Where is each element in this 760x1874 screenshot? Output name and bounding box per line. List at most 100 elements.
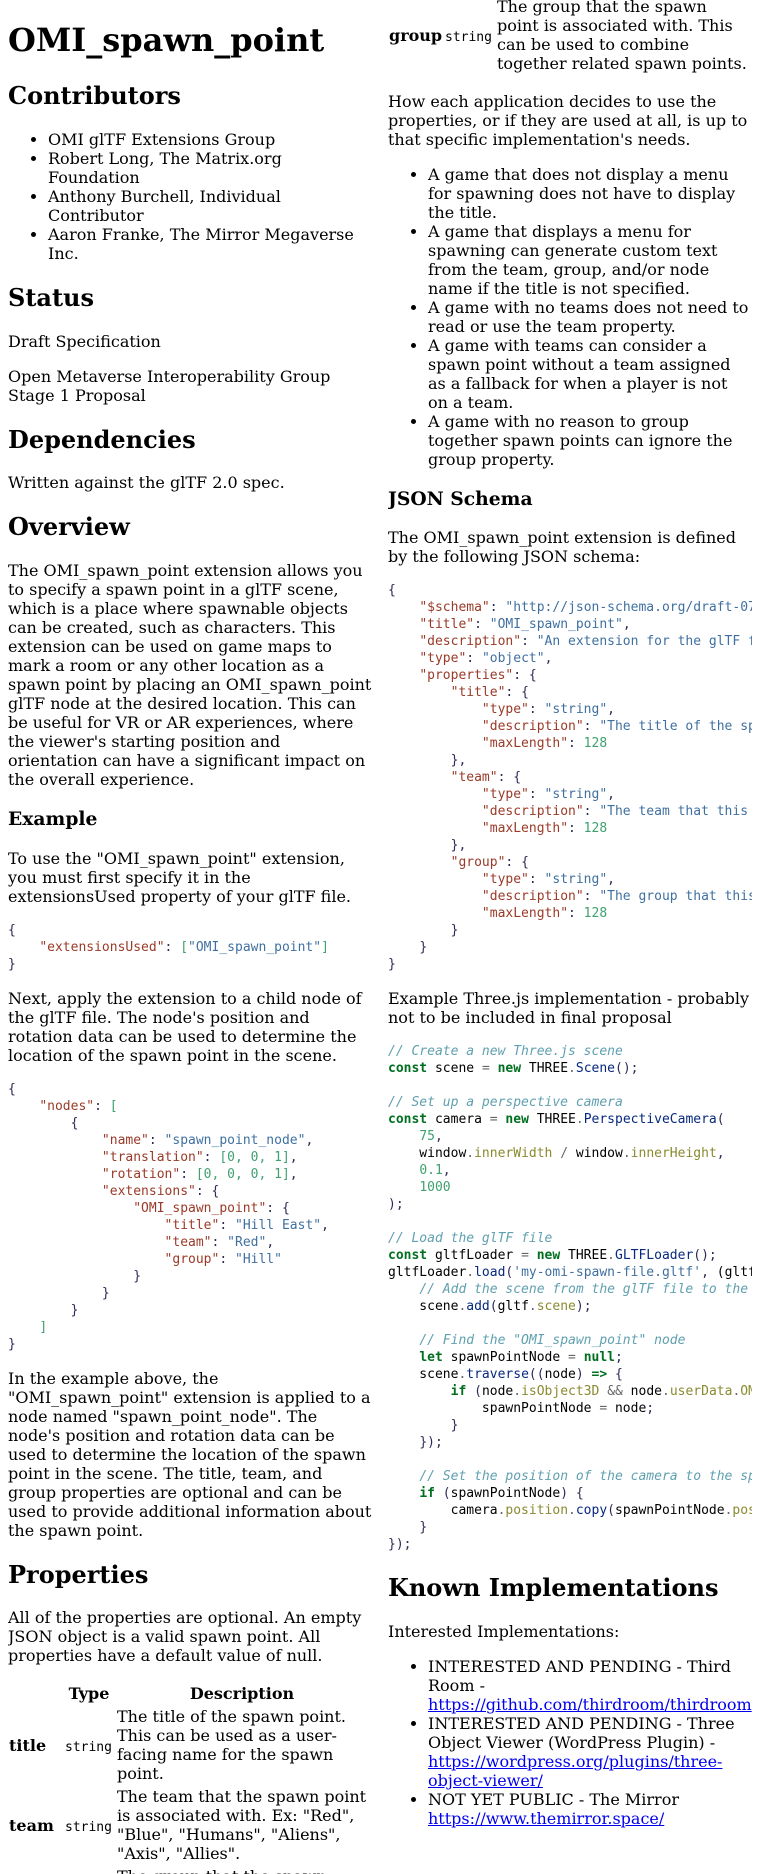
code-line: spawnPointNode = node; [388, 1400, 752, 1417]
code-line: "description": "The title of the sp [388, 718, 752, 735]
code-line: } [388, 1417, 752, 1434]
code-token: new [536, 1248, 561, 1264]
code-token: "maxLength" [481, 906, 569, 922]
code-block-json-schema[interactable]: { "$schema": "http://json-schema.org/dra… [388, 582, 752, 973]
example-next: Next, apply the extension to a child nod… [8, 988, 362, 1065]
implementations-intro: Interested Implementations: [388, 1622, 620, 1642]
code-block-threejs[interactable]: // Create a new Three.js scene const scen… [388, 1043, 752, 1553]
code-token: add [466, 1299, 490, 1315]
code-line: "title": { [388, 684, 752, 701]
code-line: } [8, 1285, 372, 1302]
code-token: }); [419, 1435, 443, 1451]
code-token: let [419, 1350, 443, 1366]
code-token: : [568, 821, 584, 837]
properties-heading: Properties [8, 1559, 149, 1589]
code-token: . [513, 1384, 522, 1400]
type-code: string [65, 1819, 112, 1835]
code-token: spawnPointNode [615, 1503, 725, 1519]
code-token: , [289, 1149, 298, 1165]
usage-list: A game that does not display a menu for … [388, 165, 752, 469]
code-token: = [599, 1401, 608, 1417]
code-line: } [388, 1519, 752, 1536]
code-token: }); [388, 1537, 412, 1553]
code-line: // Add the scene from the glTF file to t… [388, 1281, 752, 1298]
code-line: // Create a new Three.js scene [388, 1043, 752, 1060]
property-name: title [9, 1735, 47, 1755]
code-token: "group" [164, 1251, 220, 1267]
code-line: const camera = new THREE.PerspectiveCame… [388, 1111, 752, 1128]
code-token: } [8, 1336, 16, 1352]
implementation-link[interactable]: https://wordpress.org/plugins/three-obje… [428, 1752, 722, 1790]
code-line: "description": "The group that this [388, 888, 752, 905]
code-token: (); [615, 1061, 639, 1077]
code-token: new [505, 1112, 529, 1128]
code-token: , [607, 702, 615, 718]
code-token: , [701, 1265, 717, 1281]
code-line: "$schema": "http://json-schema.org/draft… [388, 599, 752, 616]
code-token: "Red" [227, 1234, 267, 1250]
implementation-link[interactable]: https://www.themirror.space/ [428, 1809, 664, 1828]
code-token: => [591, 1367, 608, 1383]
type-code: string [65, 1739, 112, 1755]
code-token: copy [575, 1503, 608, 1519]
code-token: load [474, 1265, 506, 1281]
code-token: = [489, 1112, 498, 1128]
code-token: { [615, 1367, 623, 1383]
code-token: new [497, 1061, 522, 1077]
code-token: 128 [583, 821, 608, 837]
code-token: 128 [583, 906, 608, 922]
list-item: A game that displays a menu for spawning… [428, 222, 752, 298]
code-line: scene.add(gltf.scene); [388, 1298, 752, 1315]
code-token: , [607, 872, 615, 888]
code-token: : [180, 1166, 196, 1182]
code-line: { [8, 922, 372, 939]
code-line: { [8, 1081, 372, 1098]
overview-heading: Overview [8, 512, 130, 542]
code-token: (gltf [716, 1265, 752, 1281]
code-token: "type" [481, 787, 529, 803]
code-token: , [442, 1163, 451, 1179]
property-type: string [64, 1866, 114, 1874]
code-token: ; [615, 1350, 623, 1366]
code-token: null [583, 1350, 615, 1366]
implementation-link[interactable]: https://github.com/thirdroom/thirdroom [428, 1695, 752, 1714]
code-token: "rotation" [101, 1166, 181, 1182]
code-line: "group": { [388, 854, 752, 871]
code-token: : { [266, 1200, 290, 1216]
code-token: : [568, 906, 584, 922]
code-line: }); [388, 1536, 752, 1553]
property-description: The group that the spawn point is associ… [497, 0, 747, 73]
status-heading: Status [8, 282, 95, 312]
code-token: innerWidth [474, 1146, 553, 1162]
code-token: }, [450, 838, 467, 854]
code-line: "type": "object", [388, 650, 752, 667]
code-token: : [211, 1234, 228, 1250]
code-token: ; [646, 1401, 655, 1417]
code-token: "The title of the sp [599, 719, 752, 735]
code-token: ( [474, 1384, 482, 1400]
code-line: 0.1, [388, 1162, 752, 1179]
code-token: : [219, 1251, 235, 1267]
code-token: } [419, 1520, 428, 1536]
code-token: } [101, 1285, 110, 1301]
code-token: : { [497, 770, 522, 786]
code-token: ) [575, 1367, 592, 1383]
code-token: ) { [560, 1486, 584, 1502]
code-token: , [544, 651, 553, 667]
